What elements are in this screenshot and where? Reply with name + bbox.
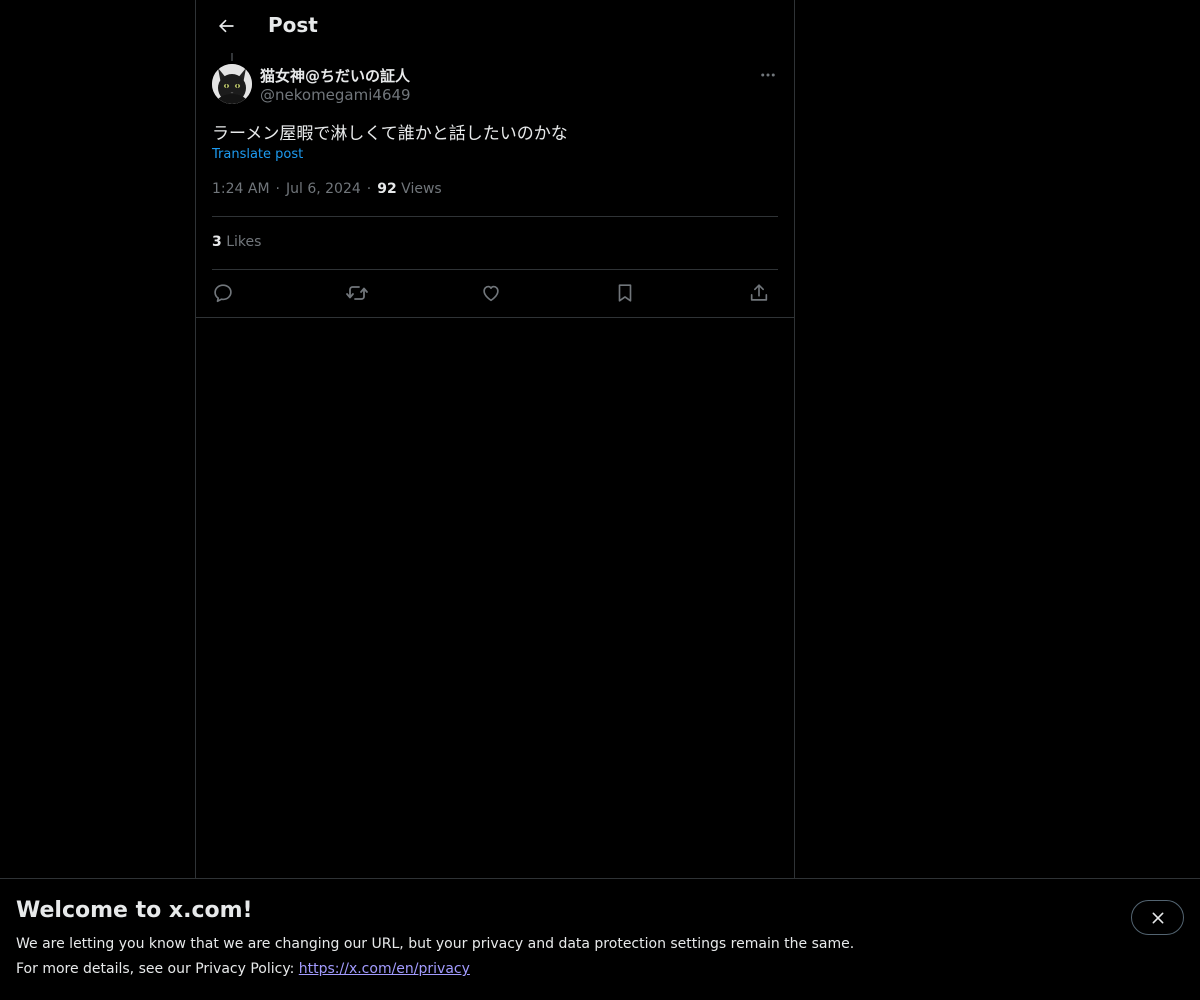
like-button[interactable] <box>476 278 506 308</box>
banner-message: We are letting you know that we are chan… <box>16 936 855 952</box>
primary-column: Post 猫女神@ちだいの証人 @nekomegami4649 ラーメン屋暇で淋… <box>195 0 795 1000</box>
post-metadata: 1:24 AM · Jul 6, 2024 · 92 Views <box>212 181 442 197</box>
heart-icon <box>483 285 499 302</box>
likes-label: Likes <box>226 234 262 250</box>
banner-privacy-prefix: For more details, see our Privacy Policy… <box>16 961 299 977</box>
page-header: Post <box>196 0 794 53</box>
share-button[interactable] <box>744 278 774 308</box>
banner-privacy-line: For more details, see our Privacy Policy… <box>16 961 470 977</box>
url-change-banner: Welcome to x.com! We are letting you kno… <box>0 878 1200 1000</box>
avatar[interactable] <box>212 64 252 104</box>
views-count: 92 <box>377 181 397 197</box>
meta-separator: · <box>366 181 372 197</box>
likes-stat[interactable]: 3 Likes <box>212 234 261 250</box>
likes-count: 3 <box>212 234 222 250</box>
share-icon <box>750 284 768 301</box>
repost-button[interactable] <box>342 278 372 308</box>
page-title: Post <box>268 13 318 37</box>
more-options-button[interactable] <box>754 61 782 89</box>
post-bottom-divider <box>196 317 794 318</box>
meta-separator: · <box>275 181 280 197</box>
reply-button[interactable] <box>208 278 238 308</box>
privacy-policy-link[interactable]: https://x.com/en/privacy <box>299 961 470 977</box>
repost-icon <box>346 286 368 300</box>
author-handle[interactable]: @nekomegami4649 <box>260 86 411 104</box>
black-cat-avatar-icon <box>212 64 252 104</box>
more-horizontal-icon <box>761 73 775 77</box>
divider <box>212 216 778 217</box>
post-actions-bar <box>212 278 778 308</box>
arrow-left-icon <box>219 19 234 33</box>
bookmark-icon <box>618 284 632 302</box>
thread-connector <box>231 53 233 61</box>
bookmark-button[interactable] <box>610 278 640 308</box>
author-display-name[interactable]: 猫女神@ちだいの証人 <box>260 65 410 86</box>
banner-title: Welcome to x.com! <box>16 898 253 923</box>
close-icon <box>1152 912 1163 923</box>
translate-post-link[interactable]: Translate post <box>212 147 303 162</box>
post-date[interactable]: Jul 6, 2024 <box>286 181 361 197</box>
back-button[interactable] <box>208 8 244 44</box>
post-text: ラーメン屋暇で淋しくて誰かと話したいのかな <box>212 124 568 144</box>
divider <box>212 269 778 270</box>
reply-icon <box>214 284 232 303</box>
close-banner-button[interactable] <box>1131 900 1184 935</box>
post-time[interactable]: 1:24 AM <box>212 181 270 197</box>
views-label: Views <box>401 181 442 197</box>
